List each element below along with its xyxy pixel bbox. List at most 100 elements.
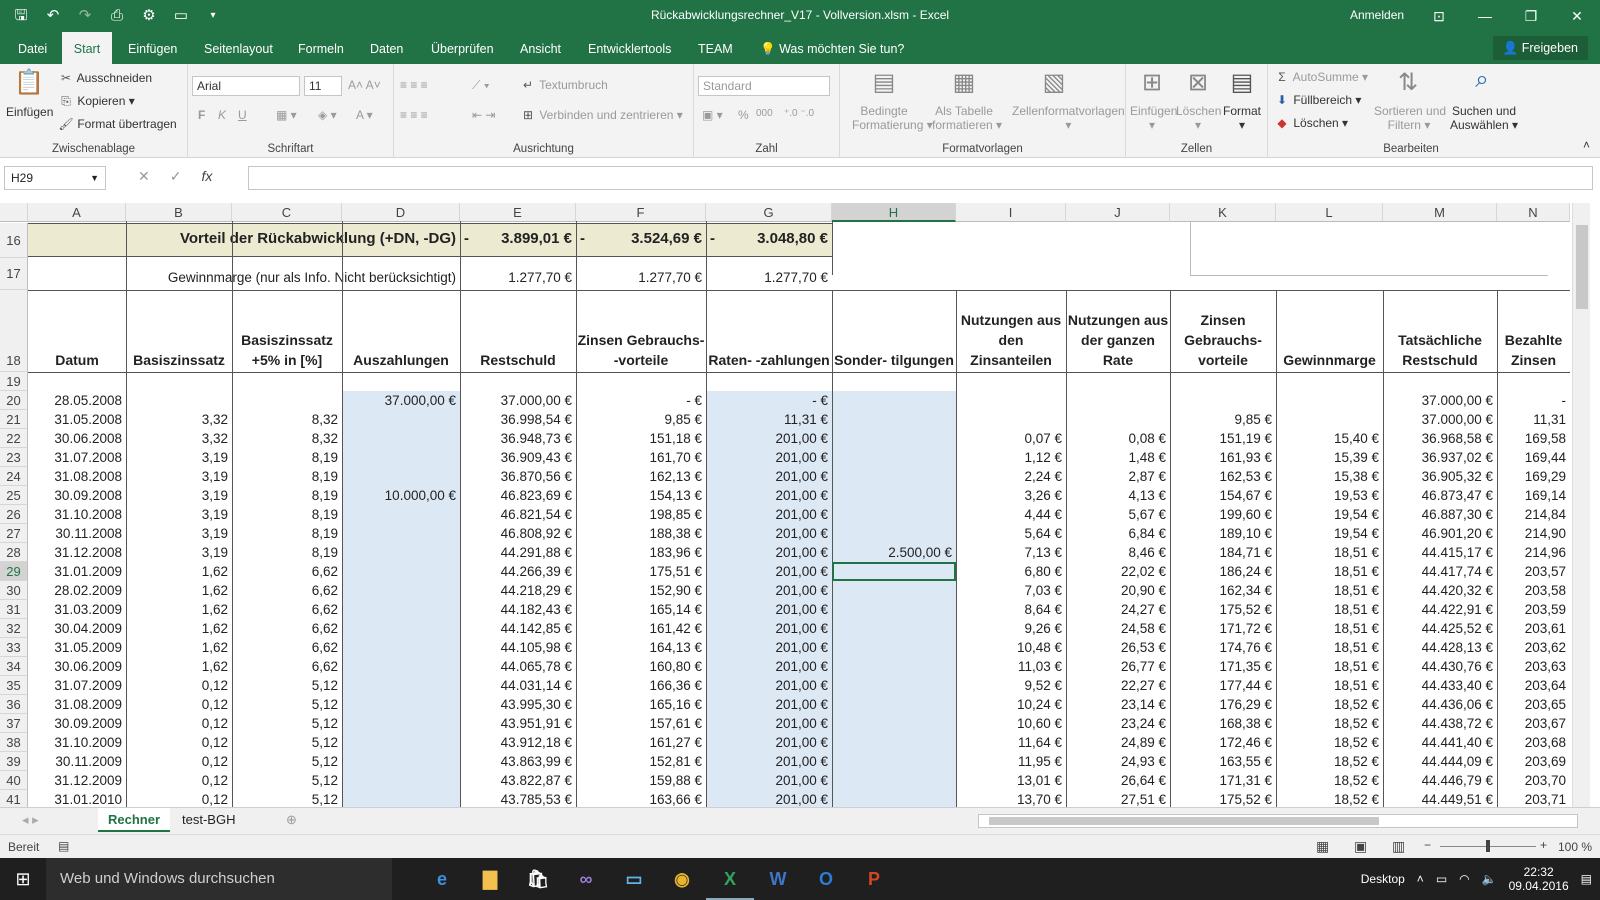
row-header-18[interactable]: 18 — [0, 290, 28, 372]
format-painter-button[interactable]: 🖌 Format übertragen — [58, 117, 176, 131]
cell-e21[interactable]: 36.998,54 € — [460, 410, 576, 429]
cell-l22[interactable]: 15,40 € — [1276, 429, 1383, 448]
cell-m39[interactable]: 44.444,09 € — [1383, 752, 1497, 771]
cell-l27[interactable]: 19,54 € — [1276, 524, 1383, 543]
cell-e25[interactable]: 46.823,69 € — [460, 486, 576, 505]
cell-g25[interactable]: 201,00 € — [706, 486, 832, 505]
row-header-27[interactable]: 27 — [0, 524, 28, 543]
wrap-text-button[interactable]: ↵ Textumbruch — [520, 78, 608, 92]
copy-button[interactable]: ⎘ Kopieren ▾ — [58, 94, 135, 109]
cell-j41[interactable]: 27,51 € — [1066, 790, 1170, 807]
font-size-select[interactable]: 11 — [304, 76, 342, 96]
cell-h40[interactable] — [832, 771, 956, 790]
row-header-38[interactable]: 38 — [0, 733, 28, 752]
italic-button[interactable]: K — [218, 108, 226, 122]
maximize-icon[interactable]: ❐ — [1508, 0, 1554, 32]
cell-c39[interactable]: 5,12 — [232, 752, 342, 771]
cell-e37[interactable]: 43.951,91 € — [460, 714, 576, 733]
row-header-29[interactable]: 29 — [0, 562, 28, 581]
cell-i27[interactable]: 5,64 € — [956, 524, 1066, 543]
formula-input[interactable] — [248, 166, 1593, 190]
column-header-i[interactable]: I — [956, 203, 1066, 222]
cell-i22[interactable]: 0,07 € — [956, 429, 1066, 448]
tab-ueberpruefen[interactable]: Überprüfen — [423, 32, 502, 64]
excel-icon[interactable]: X — [706, 858, 754, 900]
cell-m26[interactable]: 46.887,30 € — [1383, 505, 1497, 524]
cell-c30[interactable]: 6,62 — [232, 581, 342, 600]
cell-b32[interactable]: 1,62 — [126, 619, 232, 638]
cell-f35[interactable]: 166,36 € — [576, 676, 706, 695]
cell-j23[interactable]: 1,48 € — [1066, 448, 1170, 467]
tell-me-box[interactable]: 💡 Was möchten Sie tun? — [752, 32, 912, 64]
column-header-g[interactable]: G — [706, 203, 832, 222]
cell-f29[interactable]: 175,51 € — [576, 562, 706, 581]
row-header-39[interactable]: 39 — [0, 752, 28, 771]
cell-g38[interactable]: 201,00 € — [706, 733, 832, 752]
cell-a40[interactable]: 31.12.2009 — [28, 771, 126, 790]
column-header-f[interactable]: F — [576, 203, 706, 222]
tab-datei[interactable]: Datei — [10, 32, 55, 64]
cell-n33[interactable]: 203,62 — [1497, 638, 1570, 657]
conditional-format-button[interactable]: Bedingte Formatierung ▾ — [852, 104, 933, 132]
cell-i40[interactable]: 13,01 € — [956, 771, 1066, 790]
cell-i37[interactable]: 10,60 € — [956, 714, 1066, 733]
cell-k21[interactable]: 9,85 € — [1170, 410, 1276, 429]
cell-m33[interactable]: 44.428,13 € — [1383, 638, 1497, 657]
cell-e30[interactable]: 44.218,29 € — [460, 581, 576, 600]
cell-b25[interactable]: 3,19 — [126, 486, 232, 505]
underline-button[interactable]: U — [238, 108, 247, 122]
cell-k25[interactable]: 154,67 € — [1170, 486, 1276, 505]
cell-b41[interactable]: 0,12 — [126, 790, 232, 807]
cell-i30[interactable]: 7,03 € — [956, 581, 1066, 600]
cell-i32[interactable]: 9,26 € — [956, 619, 1066, 638]
cell-j33[interactable]: 26,53 € — [1066, 638, 1170, 657]
cell-n39[interactable]: 203,69 — [1497, 752, 1570, 771]
cell-k27[interactable]: 189,10 € — [1170, 524, 1276, 543]
cell-n21[interactable]: 11,31 — [1497, 410, 1570, 429]
cell-d36[interactable] — [342, 695, 460, 714]
row-header-37[interactable]: 37 — [0, 714, 28, 733]
cell-f28[interactable]: 183,96 € — [576, 543, 706, 562]
cell-g36[interactable]: 201,00 € — [706, 695, 832, 714]
cell-j28[interactable]: 8,46 € — [1066, 543, 1170, 562]
margin-value-f[interactable]: 1.277,70 € — [576, 268, 706, 287]
cell-d27[interactable] — [342, 524, 460, 543]
cell-g21[interactable]: 11,31 € — [706, 410, 832, 429]
cell-j30[interactable]: 20,90 € — [1066, 581, 1170, 600]
cell-k37[interactable]: 168,38 € — [1170, 714, 1276, 733]
cell-n37[interactable]: 203,67 — [1497, 714, 1570, 733]
cell-e24[interactable]: 36.870,56 € — [460, 467, 576, 486]
margin-value-e[interactable]: 1.277,70 € — [460, 268, 576, 287]
cell-l23[interactable]: 15,39 € — [1276, 448, 1383, 467]
delete-cells-icon[interactable]: ⊠ — [1180, 68, 1216, 97]
cell-i26[interactable]: 4,44 € — [956, 505, 1066, 524]
cell-n36[interactable]: 203,65 — [1497, 695, 1570, 714]
cell-b39[interactable]: 0,12 — [126, 752, 232, 771]
number-format-select[interactable]: Standard — [698, 76, 830, 96]
cell-j39[interactable]: 24,93 € — [1066, 752, 1170, 771]
cell-e36[interactable]: 43.995,30 € — [460, 695, 576, 714]
cell-g23[interactable]: 201,00 € — [706, 448, 832, 467]
cell-c34[interactable]: 6,62 — [232, 657, 342, 676]
volume-icon[interactable]: 🔈 — [1482, 872, 1497, 886]
cell-h32[interactable] — [832, 619, 956, 638]
cell-k38[interactable]: 172,46 € — [1170, 733, 1276, 752]
cell-d41[interactable] — [342, 790, 460, 807]
cell-d22[interactable] — [342, 429, 460, 448]
cell-h38[interactable] — [832, 733, 956, 752]
row-header-41[interactable]: 41 — [0, 790, 28, 807]
cell-k22[interactable]: 151,19 € — [1170, 429, 1276, 448]
row-header-32[interactable]: 32 — [0, 619, 28, 638]
format-as-table-button[interactable]: Als Tabelle formatieren ▾ — [932, 104, 1002, 132]
cell-d32[interactable] — [342, 619, 460, 638]
cell-f40[interactable]: 159,88 € — [576, 771, 706, 790]
cell-c41[interactable]: 5,12 — [232, 790, 342, 807]
horizontal-scrollbar[interactable] — [978, 814, 1578, 828]
cell-a31[interactable]: 31.03.2009 — [28, 600, 126, 619]
cell-d23[interactable] — [342, 448, 460, 467]
ribbon-display-icon[interactable]: ⊡ — [1416, 0, 1462, 32]
cell-f37[interactable]: 157,61 € — [576, 714, 706, 733]
select-all-corner[interactable] — [0, 203, 28, 222]
cell-i28[interactable]: 7,13 € — [956, 543, 1066, 562]
column-header-n[interactable]: N — [1497, 203, 1570, 222]
